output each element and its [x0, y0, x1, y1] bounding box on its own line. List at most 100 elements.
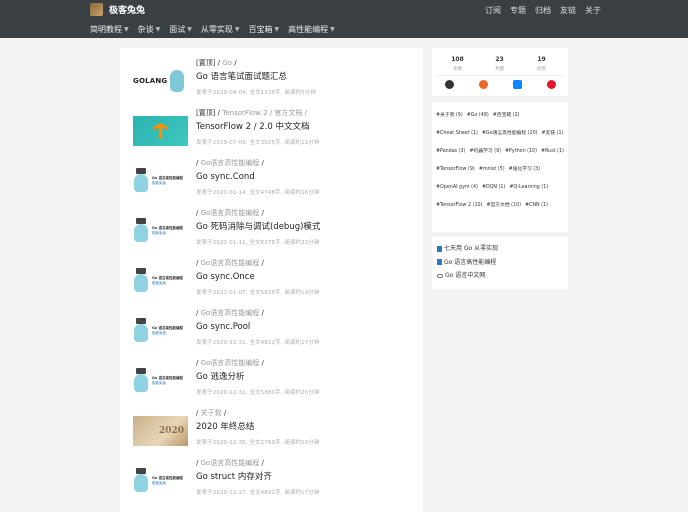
github-icon[interactable]	[444, 80, 454, 89]
link-icon	[437, 273, 443, 278]
category-link[interactable]: Go语言高性能编程	[201, 259, 260, 267]
post-thumbnail[interactable]: Go 语言高性能编程 极客兔兔	[133, 316, 188, 346]
tag-link[interactable]: #强化学习 (3)	[509, 161, 541, 179]
post-item: Go 语言高性能编程 极客兔兔 / Go语言高性能编程 / Go struct 内…	[133, 458, 413, 506]
tag-link[interactable]: #官方文档 (10)	[486, 197, 521, 215]
top-link-archive[interactable]: 归档	[535, 5, 551, 16]
tag-link[interactable]: #Rust (1)	[541, 143, 564, 161]
zhihu-icon[interactable]	[512, 80, 522, 89]
post-list: GOLANG [置顶] / Go / Go 语言笔试面试题汇总 发表于2020-…	[120, 48, 423, 512]
top-link-topics[interactable]: 专题	[510, 5, 526, 16]
tag-link[interactable]: #Python (10)	[505, 143, 537, 161]
tag-link[interactable]: #DQN (1)	[482, 179, 505, 197]
tag-link[interactable]: #友链 (1)	[542, 125, 564, 143]
top-link-subscribe[interactable]: 订阅	[485, 5, 501, 16]
site-logo	[90, 3, 103, 16]
caret-down-icon: ▼	[155, 26, 161, 33]
post-title[interactable]: Go struct 内存对齐	[196, 470, 413, 484]
post-title[interactable]: Go sync.Cond	[196, 170, 413, 184]
post-category: / Go语言高性能编程 /	[196, 259, 264, 267]
site-stats-panel: 108 文章 23 专题 19 标签	[432, 48, 568, 96]
stat-tags[interactable]: 19 标签	[519, 56, 564, 72]
stat-topics[interactable]: 23 专题	[477, 56, 522, 72]
tag-link[interactable]: #机器学习 (9)	[469, 143, 501, 161]
post-thumbnail[interactable]: 2020	[133, 416, 188, 446]
menu-from-scratch[interactable]: 从零实现 ▼	[201, 24, 240, 35]
post-category: / Go语言高性能编程 /	[196, 159, 264, 167]
post-title[interactable]: Go sync.Once	[196, 270, 413, 284]
post-title[interactable]: TensorFlow 2 / 2.0 中文文档	[196, 120, 413, 134]
tag-link[interactable]: #TensorFlow 2 (10)	[436, 197, 482, 215]
post-item: Go 语言高性能编程 极客兔兔 / Go语言高性能编程 / Go sync.Onc…	[133, 258, 413, 306]
weibo-icon[interactable]	[546, 80, 556, 89]
link-go-cn[interactable]: Go 语言中文网	[437, 269, 563, 283]
post-item: Go 语言高性能编程 极客兔兔 / Go语言高性能编程 / Go sync.Poo…	[133, 308, 413, 356]
gopher-icon	[133, 318, 149, 344]
post-meta: 发表于2021-01-14, 全文4748字, 阅读约16分钟	[196, 190, 320, 196]
tag-link[interactable]: #mnist (5)	[479, 161, 505, 179]
top-link-about[interactable]: 关于	[585, 5, 601, 16]
tensorflow-logo-icon	[153, 123, 168, 139]
book-icon	[437, 259, 442, 266]
gopher-icon	[133, 468, 149, 494]
post-title[interactable]: Go sync.Pool	[196, 320, 413, 334]
menu-interview[interactable]: 面试 ▼	[169, 24, 192, 35]
category-link[interactable]: TensorFlow 2	[222, 109, 267, 117]
tag-link[interactable]: #百宝箱 (2)	[493, 107, 520, 125]
tag-link[interactable]: #CNN (1)	[525, 197, 548, 215]
tag-link[interactable]: #OpenAI gym (4)	[436, 179, 478, 197]
featured-links: 七天用 Go 从零实现 Go 语言高性能编程 Go 语言中文网	[432, 237, 568, 289]
tag-cloud: #关于我 (9) #Go (48) #百宝箱 (2) #Cheat Sheet (1)…	[432, 102, 568, 232]
top-link-friends[interactable]: 友链	[560, 5, 576, 16]
post-thumbnail[interactable]: Go 语言高性能编程 极客兔兔	[133, 466, 188, 496]
link-go-high-perf[interactable]: Go 语言高性能编程	[437, 256, 563, 270]
gopher-icon	[133, 218, 149, 244]
post-thumbnail[interactable]: Go 语言高性能编程 极客兔兔	[133, 216, 188, 246]
book-icon	[437, 245, 442, 252]
category-link[interactable]: 关于我	[201, 409, 222, 417]
post-category: / Go语言高性能编程 /	[196, 209, 264, 217]
category-link[interactable]: Go语言高性能编程	[201, 359, 260, 367]
post-meta: 发表于2021-01-11, 全文6378字, 阅读约22分钟	[196, 240, 320, 246]
tag-link[interactable]: #TensorFlow (9)	[436, 161, 475, 179]
post-item: 2020 / 关于我 / 2020 年终总结 发表于2020-12-30, 全文…	[133, 408, 413, 456]
divider	[436, 75, 564, 76]
rss-icon[interactable]	[478, 80, 488, 89]
tag-link[interactable]: #Cheat Sheet (1)	[436, 125, 478, 143]
category-link[interactable]: Go语言高性能编程	[201, 309, 260, 317]
link-seven-days-go[interactable]: 七天用 Go 从零实现	[437, 242, 563, 256]
category-link[interactable]: Go语言高性能编程	[201, 459, 260, 467]
menu-tutorials[interactable]: 简明教程 ▼	[90, 24, 129, 35]
stat-articles[interactable]: 108 文章	[435, 56, 480, 72]
post-title[interactable]: Go 语言笔试面试题汇总	[196, 70, 413, 84]
tag-link[interactable]: #Q-Learning (1)	[509, 179, 548, 197]
post-thumbnail[interactable]: Go 语言高性能编程 极客兔兔	[133, 366, 188, 396]
post-title[interactable]: Go 死码消除与调试(debug)模式	[196, 220, 413, 234]
post-category: [置顶] / Go /	[196, 59, 237, 67]
brand[interactable]: 极客兔兔	[90, 3, 145, 16]
category-link[interactable]: Go语言高性能编程	[201, 159, 260, 167]
post-meta: 发表于2021-01-07, 全文5826字, 阅读约19分钟	[196, 290, 320, 296]
category-link[interactable]: Go语言高性能编程	[201, 209, 260, 217]
post-title[interactable]: 2020 年终总结	[196, 420, 413, 434]
tag-link[interactable]: #Go语言高性能编程 (20)	[482, 125, 538, 143]
post-thumbnail[interactable]: Go 语言高性能编程 极客兔兔	[133, 166, 188, 196]
category-link[interactable]: Go	[222, 59, 232, 67]
post-thumbnail[interactable]: GOLANG	[133, 66, 188, 96]
post-item: Go 语言高性能编程 极客兔兔 / Go语言高性能编程 / Go 死码消除与调试(…	[133, 208, 413, 256]
post-category: [置顶] / TensorFlow 2 / 官方文档 /	[196, 109, 307, 117]
tag-link[interactable]: #Pandas (3)	[436, 143, 465, 161]
menu-toolbox[interactable]: 百宝箱 ▼	[249, 24, 280, 35]
post-thumbnail[interactable]	[133, 116, 188, 146]
post-meta: 发表于2020-09-04, 全文1336字, 阅读约5分钟	[196, 90, 316, 96]
main-menu: 简明教程 ▼ 杂谈 ▼ 面试 ▼ 从零实现 ▼ 百宝箱 ▼ 高性能编程 ▼	[90, 24, 335, 35]
post-item: [置顶] / TensorFlow 2 / 官方文档 / TensorFlow …	[133, 108, 413, 156]
post-thumbnail[interactable]: Go 语言高性能编程 极客兔兔	[133, 266, 188, 296]
menu-essays[interactable]: 杂谈 ▼	[138, 24, 161, 35]
menu-high-perf[interactable]: 高性能编程 ▼	[288, 24, 335, 35]
post-category: / Go语言高性能编程 /	[196, 359, 264, 367]
tag-link[interactable]: #Go (48)	[467, 107, 489, 125]
tag-link[interactable]: #关于我 (9)	[436, 107, 463, 125]
gopher-icon	[133, 268, 149, 294]
post-title[interactable]: Go 逃逸分析	[196, 370, 413, 384]
